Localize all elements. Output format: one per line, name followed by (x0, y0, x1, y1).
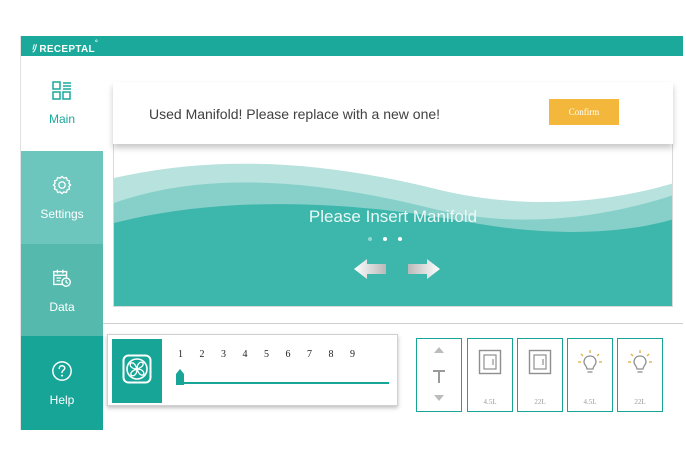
scale-tick: 4 (242, 349, 248, 360)
layout-list-icon (52, 81, 72, 106)
tile-caption: 4.5L (483, 398, 497, 406)
sidebar-item-data[interactable]: Data (21, 244, 103, 336)
tile-caption: 22L (534, 398, 546, 406)
scale-tick: 3 (221, 349, 226, 360)
level-scale: 1 2 3 4 5 6 7 8 9 (178, 349, 372, 360)
app-logo: ﾘ RECEPTAL° (31, 40, 99, 55)
scale-tick: 8 (328, 349, 334, 360)
sidebar-item-label: Main (48, 112, 75, 126)
carousel-dot[interactable] (368, 237, 372, 241)
divider (103, 323, 683, 324)
carousel-dot[interactable] (383, 237, 387, 241)
sidebar-item-label: Help (49, 392, 75, 407)
manifold-alert-dialog: Used Manifold! Please replace with a new… (113, 82, 673, 144)
fan-button[interactable] (112, 339, 162, 403)
confirm-button[interactable]: Confirm (549, 99, 619, 125)
scale-tick: 7 (307, 349, 312, 360)
scale-tick: 2 (199, 349, 205, 360)
logo-text: RECEPTAL (39, 44, 95, 55)
scale-tick: 9 (350, 349, 355, 360)
scale-tick: 1 (178, 349, 183, 360)
light-bulb-icon (618, 349, 662, 375)
light-bulb-icon (568, 349, 612, 375)
level-slider-thumb[interactable] (176, 369, 184, 390)
sidebar: Main Settings Data Help (21, 56, 103, 430)
arrow-left-icon (354, 259, 388, 284)
light-tile[interactable]: 22L (617, 338, 663, 412)
level-slider-track[interactable] (178, 382, 389, 384)
scale-tick: 6 (285, 349, 291, 360)
canister-icon (468, 349, 512, 375)
tile-caption: 22L (634, 398, 646, 406)
fan-icon (122, 354, 152, 389)
canister-icon (518, 349, 562, 375)
logo-mark-icon: ﾘ (31, 44, 37, 55)
question-circle-icon (51, 360, 73, 387)
arrow-right-icon (406, 259, 440, 284)
sidebar-item-main[interactable]: Main (21, 56, 103, 151)
suction-level-panel: 1 2 3 4 5 6 7 8 9 (107, 334, 398, 406)
valve-up-down-icon (417, 345, 461, 405)
insert-manifold-message: Please Insert Manifold (308, 207, 478, 226)
gear-icon (51, 174, 73, 201)
scale-tick: 5 (264, 349, 269, 360)
carousel-dots (368, 237, 402, 241)
app-window: ﾘ RECEPTAL° Main Settings Data Help Plea… (20, 36, 683, 430)
carousel-dot[interactable] (398, 237, 402, 241)
canister-tile[interactable]: 22L (517, 338, 563, 412)
top-bar: ﾘ RECEPTAL° (21, 36, 683, 56)
sidebar-item-label: Data (49, 299, 75, 314)
tile-caption: 4.5L (583, 398, 597, 406)
alert-message: Used Manifold! Please replace with a new… (149, 106, 441, 122)
calendar-clock-icon (51, 267, 73, 294)
canister-tile[interactable]: 4.5L (467, 338, 513, 412)
light-tile[interactable]: 4.5L (567, 338, 613, 412)
sidebar-item-help[interactable]: Help (21, 336, 103, 430)
sidebar-item-label: Settings (40, 207, 84, 221)
valve-tile[interactable] (416, 338, 462, 412)
sidebar-item-settings[interactable]: Settings (21, 151, 103, 244)
